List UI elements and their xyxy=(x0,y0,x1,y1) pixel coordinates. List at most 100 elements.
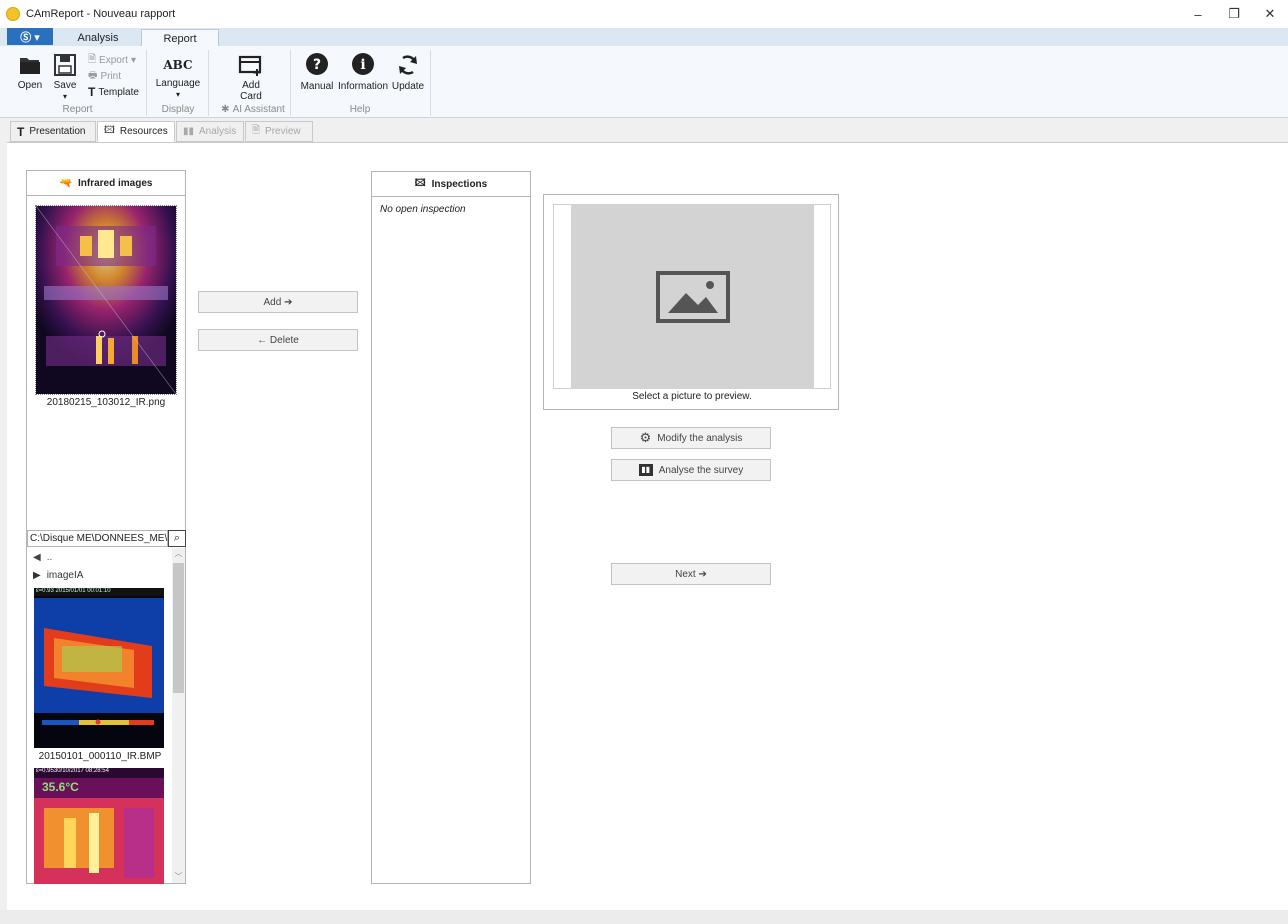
tab-resources-label: Resources xyxy=(119,126,168,137)
bar-chart-icon: ▮▮ xyxy=(638,464,653,476)
information-button[interactable]: i Information xyxy=(338,52,388,92)
no-inspection-text: No open inspection xyxy=(380,204,466,215)
abc-icon: ABC xyxy=(163,58,193,72)
add-card-label-2: Card xyxy=(240,91,262,102)
ribbon-separator xyxy=(208,50,209,116)
template-label: Template xyxy=(98,86,139,98)
folder-item-imageia[interactable]: ▶ imageIA xyxy=(33,570,83,581)
add-card-button[interactable]: Add Card xyxy=(232,52,270,102)
infrared-header-label: Infrared images xyxy=(77,177,153,189)
print-label: Print xyxy=(100,71,122,82)
save-label: Save xyxy=(53,80,77,91)
gear-icon: ⚙ xyxy=(639,430,652,445)
svg-text:i: i xyxy=(360,57,365,73)
ai-sparkle-icon: ✱ xyxy=(221,104,230,115)
tab-analysis[interactable]: ▮▮ Analysis xyxy=(176,121,244,142)
group-label-ai: ✱ AI Assistant xyxy=(218,104,288,115)
app-logo-icon xyxy=(6,7,20,21)
preview-frame: Select a picture to preview. xyxy=(543,194,839,410)
refresh-icon xyxy=(399,55,417,75)
scrollbar-thumb[interactable] xyxy=(173,563,184,693)
print-button[interactable]: 🖶 Print xyxy=(88,68,121,85)
modify-analysis-label: Modify the analysis xyxy=(657,432,743,444)
tab-resources[interactable]: 🖾 Resources xyxy=(97,121,175,142)
export-label: Export xyxy=(99,55,128,66)
image-icon: 🖾 xyxy=(104,125,115,136)
ribbon-tab-report[interactable]: Report xyxy=(141,29,219,47)
save-button[interactable]: Save ▾ xyxy=(50,52,80,102)
info-icon: i xyxy=(352,53,374,75)
inspections-panel-header: 🖾 Inspections xyxy=(371,171,531,197)
update-label: Update xyxy=(391,81,425,92)
tab-preview[interactable]: 🗎 Preview xyxy=(245,121,313,142)
open-button[interactable]: Open xyxy=(14,52,46,91)
folder-icon xyxy=(20,58,40,74)
group-label-display: Display xyxy=(161,104,195,115)
export-button[interactable]: 🗎 Export ▾ xyxy=(88,52,136,69)
ir-thumbnail-1-overlay: ε=0.93 2015/01/01 00:01:10 xyxy=(36,588,111,594)
ir-image-switchboard xyxy=(35,205,177,395)
ir-thumbnail-1[interactable]: ε=0.93 2015/01/01 00:01:10 xyxy=(34,588,164,748)
language-button[interactable]: ABC Language ▾ xyxy=(152,54,204,100)
maximize-button[interactable]: ❐ xyxy=(1216,0,1252,28)
tab-analysis-label: Analysis xyxy=(199,126,237,137)
parent-folder-item[interactable]: ◀ .. xyxy=(33,552,52,563)
ir-thumbnail-2-overlay: ε=0.9530/10/2017 08:28:54 xyxy=(36,768,109,774)
image-placeholder-icon xyxy=(655,271,730,323)
path-input[interactable]: C:\Disque ME\DONNEES_ME\NI xyxy=(27,530,168,547)
tab-presentation[interactable]: T Presentation xyxy=(10,121,96,142)
tab-presentation-label: Presentation xyxy=(29,126,86,137)
update-button[interactable]: Update xyxy=(390,52,426,92)
file-list-scrollbar[interactable]: ︿ ﹀ xyxy=(172,548,185,883)
title-bar: CAmReport - Nouveau rapport – ❐ ✕ xyxy=(0,0,1288,28)
minimize-button[interactable]: – xyxy=(1180,0,1216,28)
selected-ir-thumbnail[interactable] xyxy=(35,205,177,395)
inspections-panel: No open inspection xyxy=(371,197,531,884)
scroll-up-icon[interactable]: ︿ xyxy=(172,548,185,560)
delete-button[interactable]: ← Delete xyxy=(198,329,358,351)
ribbon-separator xyxy=(146,50,147,116)
close-button[interactable]: ✕ xyxy=(1252,0,1288,28)
inspections-image-icon: 🖾 xyxy=(414,177,426,189)
file-item-label: 20150101_000110_IR.BMP xyxy=(38,751,162,762)
browse-search-icon[interactable]: ⌕ xyxy=(168,530,186,547)
presentation-icon: T xyxy=(17,124,25,139)
question-icon: ? xyxy=(306,53,328,75)
document-icon: 🗎 xyxy=(252,125,261,136)
template-button[interactable]: T Template xyxy=(88,85,139,99)
add-card-icon xyxy=(238,55,262,76)
analyse-survey-button[interactable]: ▮▮ Analyse the survey xyxy=(611,459,771,481)
preview-canvas xyxy=(553,204,831,389)
language-label: Language xyxy=(155,78,201,89)
template-icon: T xyxy=(88,85,96,99)
export-icon: 🗎 xyxy=(88,54,97,65)
ir-thumbnail-2[interactable]: ε=0.9530/10/2017 08:28:54 35.6°C xyxy=(34,768,164,884)
group-label-ai-text: AI Assistant xyxy=(232,104,285,115)
infrared-panel-header: 🔫 Infrared images xyxy=(26,170,186,196)
preview-placeholder xyxy=(571,205,814,389)
chart-icon: ▮▮ xyxy=(183,126,195,137)
analyse-survey-label: Analyse the survey xyxy=(658,464,744,476)
ribbon-separator xyxy=(430,50,431,116)
window-title: CAmReport - Nouveau rapport xyxy=(26,8,176,20)
scroll-down-icon[interactable]: ﹀ xyxy=(172,871,185,883)
ir-thumbnail-2-temp: 35.6°C xyxy=(42,780,79,794)
selected-ir-filename: 20180215_103012_IR.png xyxy=(46,397,166,408)
status-bar xyxy=(0,910,1288,924)
save-disk-icon xyxy=(54,54,76,76)
next-button[interactable]: Next ➔ xyxy=(611,563,771,585)
back-arrow-icon: ◀ xyxy=(33,552,41,563)
app-menu-button[interactable]: Ⓢ ▾ xyxy=(7,28,53,45)
printer-icon: 🖶 xyxy=(88,70,98,81)
open-label: Open xyxy=(17,80,43,91)
modify-analysis-button[interactable]: ⚙ Modify the analysis xyxy=(611,427,771,449)
add-button[interactable]: Add ➔ xyxy=(198,291,358,313)
infrared-camera-icon: 🔫 xyxy=(59,177,72,189)
group-label-report: Report xyxy=(62,104,93,115)
group-label-help: Help xyxy=(349,104,371,115)
information-label: Information xyxy=(337,81,389,92)
ribbon-tab-analysis[interactable]: Analysis xyxy=(58,29,138,47)
manual-button[interactable]: ? Manual xyxy=(298,52,336,92)
expand-arrow-icon: ▶ xyxy=(33,570,41,581)
ir-image-heater xyxy=(34,588,164,748)
